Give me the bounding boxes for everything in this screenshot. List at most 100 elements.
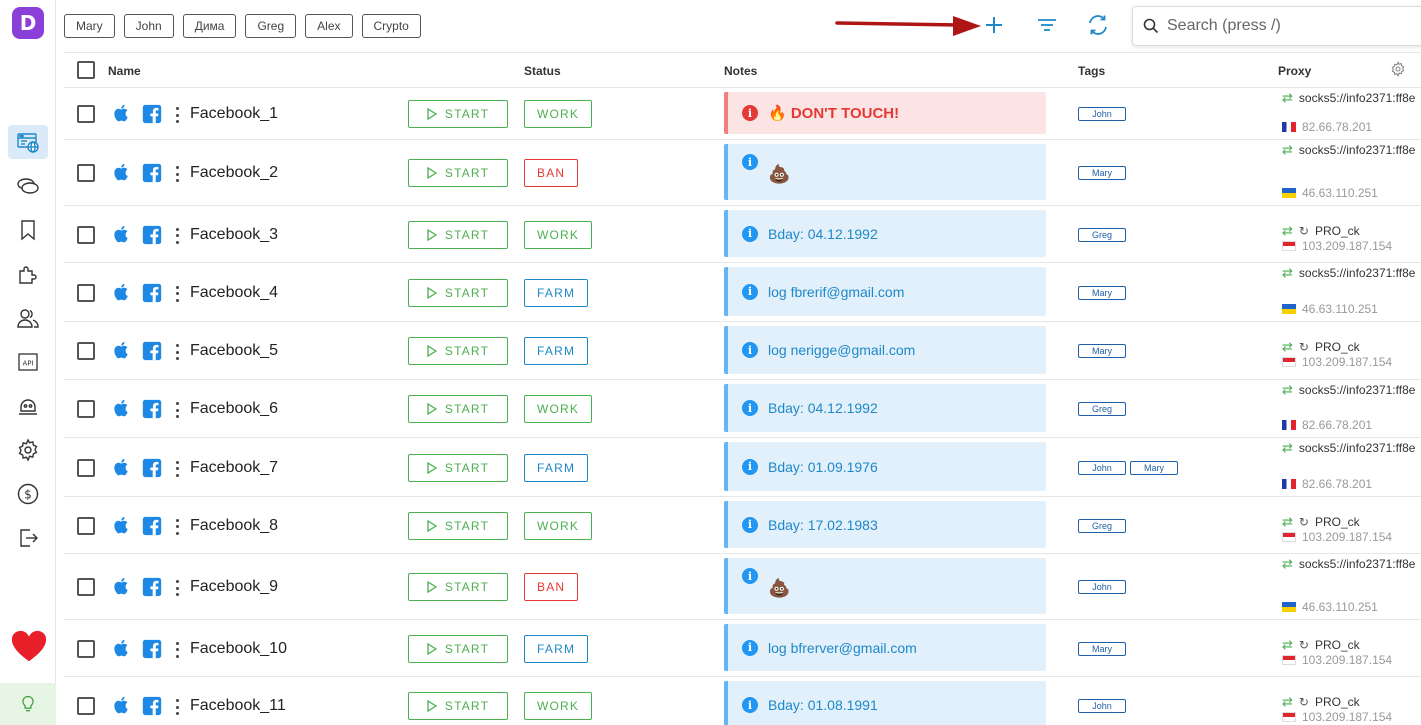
column-header-name[interactable]: Name — [108, 64, 141, 78]
proxy-type[interactable]: ⇄ ↻ PRO_ck — [1282, 637, 1360, 653]
filter-tag[interactable]: Дима — [182, 14, 237, 38]
api-icon[interactable]: API — [8, 345, 48, 379]
status-badge[interactable]: WORK — [524, 511, 593, 540]
row-checkbox[interactable] — [77, 164, 95, 182]
filter-tag[interactable]: Greg — [245, 14, 297, 38]
profile-tag[interactable]: Mary — [1078, 166, 1126, 180]
note-cell[interactable]: i Bday: 01.09.1976 — [724, 442, 1046, 491]
status-badge[interactable]: WORK — [524, 220, 593, 249]
filter-tag[interactable]: John — [123, 14, 174, 38]
start-button[interactable]: START — [408, 220, 508, 249]
profile-name[interactable]: Facebook_10 — [190, 640, 287, 658]
start-button[interactable]: START — [408, 573, 508, 601]
start-button[interactable]: START — [408, 395, 508, 423]
reload-icon[interactable]: ↻ — [1299, 340, 1309, 354]
team-icon[interactable] — [8, 301, 48, 335]
row-menu-icon[interactable] — [174, 285, 180, 302]
profile-tag[interactable]: John — [1078, 107, 1126, 121]
note-cell[interactable]: i log nerigge@gmail.com — [724, 326, 1046, 374]
row-checkbox[interactable] — [77, 400, 95, 418]
profile-tag[interactable]: John — [1078, 580, 1126, 594]
table-row[interactable]: Facebook_1 START WORK i 🔥 DON'T TOUCH! J… — [64, 88, 1421, 140]
row-checkbox[interactable] — [77, 516, 95, 535]
note-cell[interactable]: i Bday: 17.02.1983 — [724, 501, 1046, 548]
logout-icon[interactable] — [8, 521, 48, 555]
profile-name[interactable]: Facebook_4 — [190, 284, 278, 302]
filter-tag[interactable]: Alex — [305, 14, 353, 38]
column-header-tags[interactable]: Tags — [1078, 64, 1105, 78]
profile-name[interactable]: Facebook_6 — [190, 400, 278, 418]
profile-name[interactable]: Facebook_3 — [190, 226, 278, 244]
row-menu-icon[interactable] — [174, 580, 180, 596]
reload-icon[interactable]: ↻ — [1299, 695, 1309, 709]
profile-name[interactable]: Facebook_1 — [190, 105, 278, 123]
proxy-type[interactable]: ⇄ socks5://info2371:ff8e — [1282, 556, 1415, 572]
row-menu-icon[interactable] — [174, 166, 180, 182]
profile-name[interactable]: Facebook_11 — [190, 697, 286, 715]
profile-name[interactable]: Facebook_8 — [190, 517, 278, 535]
bookmark-icon[interactable] — [8, 213, 48, 247]
row-menu-icon[interactable] — [174, 402, 180, 418]
heart-icon[interactable] — [10, 628, 48, 666]
note-cell[interactable]: i log fbrerif@gmail.com — [724, 267, 1046, 316]
table-row[interactable]: Facebook_2 START BAN i 💩 Mary ⇄ socks5:/… — [64, 140, 1421, 206]
note-cell[interactable]: i log bfrerver@gmail.com — [724, 624, 1046, 671]
browser-profiles-icon[interactable] — [8, 125, 48, 159]
note-cell[interactable]: i 🔥 DON'T TOUCH! — [724, 92, 1046, 134]
proxy-type[interactable]: ⇄ socks5://info2371:ff8e — [1282, 382, 1415, 398]
profile-tag[interactable]: Mary — [1130, 460, 1178, 475]
row-menu-icon[interactable] — [174, 699, 180, 715]
table-row[interactable]: Facebook_4 START FARM i log fbrerif@gmai… — [64, 263, 1421, 322]
profile-name[interactable]: Facebook_7 — [190, 459, 278, 477]
select-all-checkbox[interactable] — [77, 61, 95, 79]
start-button[interactable]: START — [408, 337, 508, 365]
status-badge[interactable]: WORK — [524, 395, 593, 423]
profile-name[interactable]: Facebook_5 — [190, 342, 278, 360]
status-badge[interactable]: BAN — [524, 573, 579, 601]
filter-tag[interactable]: Mary — [64, 14, 115, 38]
table-row[interactable]: Facebook_5 START FARM i log nerigge@gmai… — [64, 322, 1421, 380]
profile-name[interactable]: Facebook_2 — [190, 164, 278, 182]
row-menu-icon[interactable] — [174, 460, 180, 477]
proxy-type[interactable]: ⇄ ↻ PRO_ck — [1282, 339, 1360, 355]
proxy-type[interactable]: ⇄ socks5://info2371:ff8e — [1282, 90, 1415, 106]
lightbulb-icon[interactable] — [0, 683, 56, 725]
robot-icon[interactable] — [8, 389, 48, 423]
row-checkbox[interactable] — [77, 342, 95, 360]
row-checkbox[interactable] — [77, 105, 95, 123]
row-checkbox[interactable] — [77, 697, 95, 715]
row-checkbox[interactable] — [77, 639, 95, 658]
app-logo[interactable]: D — [12, 7, 44, 39]
start-button[interactable]: START — [408, 100, 508, 128]
table-row[interactable]: Facebook_8 START WORK i Bday: 17.02.1983… — [64, 497, 1421, 554]
status-badge[interactable]: FARM — [524, 453, 589, 482]
reload-icon[interactable]: ↻ — [1299, 638, 1309, 652]
refresh-icon[interactable] — [1085, 12, 1111, 38]
proxy-type[interactable]: ⇄ socks5://info2371:ff8e — [1282, 440, 1415, 456]
row-checkbox[interactable] — [77, 225, 95, 244]
add-profile-icon[interactable] — [981, 12, 1007, 38]
status-badge[interactable]: FARM — [524, 634, 589, 663]
note-cell[interactable]: i 💩 — [724, 144, 1046, 200]
profile-tag[interactable]: Mary — [1078, 344, 1126, 358]
extensions-icon[interactable] — [8, 257, 48, 291]
proxy-type[interactable]: ⇄ socks5://info2371:ff8e — [1282, 142, 1415, 158]
billing-icon[interactable]: $ — [8, 477, 48, 511]
column-header-proxy[interactable]: Proxy — [1278, 64, 1311, 78]
row-menu-icon[interactable] — [174, 641, 180, 658]
row-checkbox[interactable] — [77, 283, 95, 302]
proxy-type[interactable]: ⇄ ↻ PRO_ck — [1282, 694, 1360, 710]
row-menu-icon[interactable] — [174, 227, 180, 244]
start-button[interactable]: START — [408, 159, 508, 187]
column-header-notes[interactable]: Notes — [724, 64, 757, 78]
note-cell[interactable]: i Bday: 01.08.1991 — [724, 681, 1046, 725]
note-cell[interactable]: i 💩 — [724, 558, 1046, 614]
status-badge[interactable]: WORK — [524, 100, 593, 128]
start-button[interactable]: START — [408, 278, 508, 307]
start-button[interactable]: START — [408, 511, 508, 540]
profile-tag[interactable]: John — [1078, 699, 1126, 713]
cookies-icon[interactable] — [8, 169, 48, 203]
search-input[interactable] — [1167, 17, 1407, 35]
row-checkbox[interactable] — [77, 458, 95, 477]
profile-tag[interactable]: Mary — [1078, 641, 1126, 656]
